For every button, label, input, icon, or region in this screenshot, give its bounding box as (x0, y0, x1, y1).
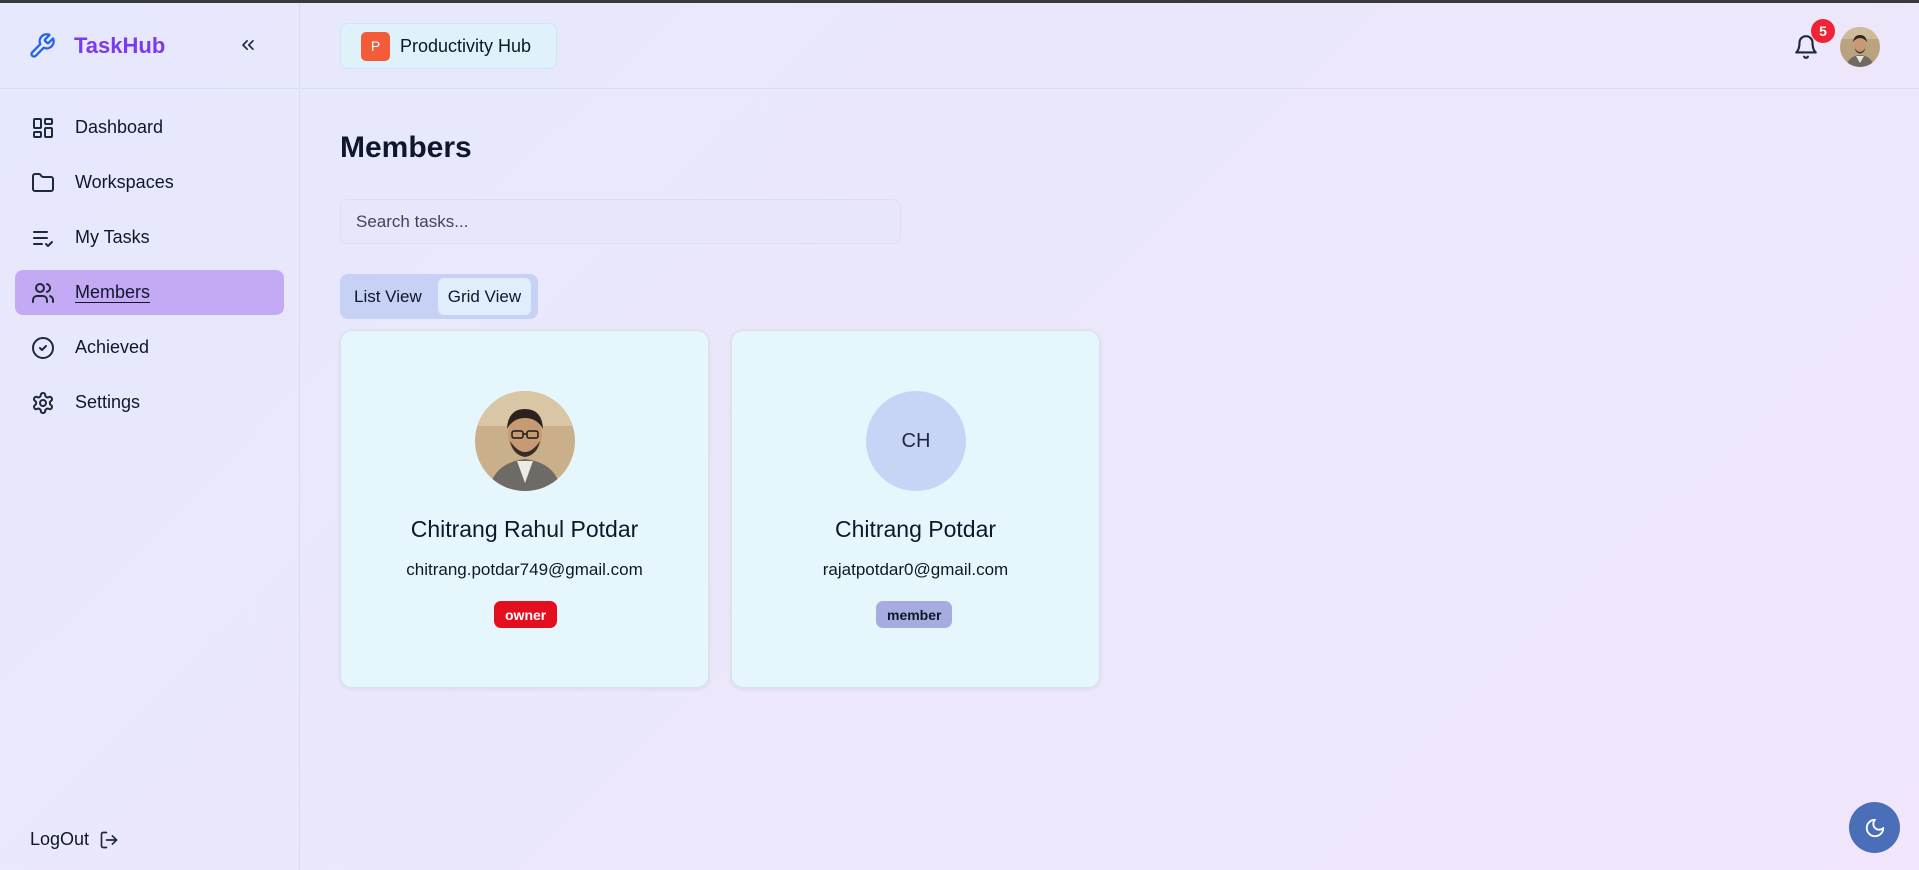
sidebar-item-workspaces[interactable]: Workspaces (15, 160, 284, 205)
logout-label: LogOut (30, 829, 90, 849)
workspace-name: Productivity Hub (400, 35, 532, 56)
workspace-badge: P (361, 31, 390, 61)
gear-icon (30, 390, 56, 416)
page-title: Members (340, 131, 472, 164)
sidebar-item-label: Workspaces (75, 172, 174, 192)
moon-icon (1865, 818, 1884, 837)
member-email: rajatpotdar0@gmail.com (822, 560, 1009, 579)
workspace-switcher[interactable]: P Productivity Hub (340, 23, 557, 69)
member-name: Chitrang Rahul Potdar (410, 516, 639, 542)
role-badge-member: member (876, 601, 953, 628)
app-name[interactable]: TaskHub (74, 33, 165, 59)
view-toggle: List View Grid View (340, 274, 538, 319)
check-circle-icon (30, 335, 56, 361)
list-view-tab[interactable]: List View (344, 278, 432, 315)
member-card[interactable]: CH Chitrang Potdar rajatpotdar0@gmail.co… (731, 330, 1100, 688)
folder-icon (30, 170, 56, 196)
dashboard-icon (30, 115, 56, 141)
member-avatar-initials: CH (866, 391, 966, 491)
users-icon (30, 280, 56, 306)
grid-view-tab[interactable]: Grid View (437, 278, 532, 315)
sidebar-item-dashboard[interactable]: Dashboard (15, 105, 284, 150)
sidebar-nav: Dashboard Workspaces My Tasks Members Ac… (0, 89, 299, 425)
sidebar-item-achieved[interactable]: Achieved (15, 325, 284, 370)
collapse-sidebar-icon[interactable] (236, 33, 260, 57)
member-name: Chitrang Potdar (834, 516, 997, 542)
user-avatar[interactable] (1840, 27, 1880, 67)
top-header: P Productivity Hub 5 (301, 3, 1919, 89)
sidebar-item-label: Dashboard (75, 117, 164, 137)
member-card[interactable]: Chitrang Rahul Potdar chitrang.potdar749… (340, 330, 709, 688)
search-input[interactable] (340, 199, 901, 244)
sidebar-item-label: Settings (75, 392, 141, 412)
sidebar-item-label: Members (75, 282, 151, 302)
list-check-icon (30, 225, 56, 251)
sidebar-item-members[interactable]: Members (15, 270, 284, 315)
sidebar-item-my-tasks[interactable]: My Tasks (15, 215, 284, 260)
wrench-icon (28, 32, 56, 60)
member-avatar-photo (475, 391, 575, 491)
member-email: chitrang.potdar749@gmail.com (406, 560, 643, 579)
theme-toggle-button[interactable] (1849, 802, 1900, 853)
brand: TaskHub (0, 3, 299, 89)
sidebar-item-label: My Tasks (75, 227, 150, 247)
logout-icon (100, 831, 118, 848)
role-badge-owner: owner (494, 601, 558, 628)
sidebar-item-label: Achieved (75, 337, 150, 357)
sidebar-item-settings[interactable]: Settings (15, 380, 284, 425)
sidebar: TaskHub Dashboard Workspaces My Tasks Me… (0, 3, 300, 870)
logout-button[interactable]: LogOut (30, 829, 119, 850)
notification-count-badge: 5 (1811, 19, 1835, 43)
